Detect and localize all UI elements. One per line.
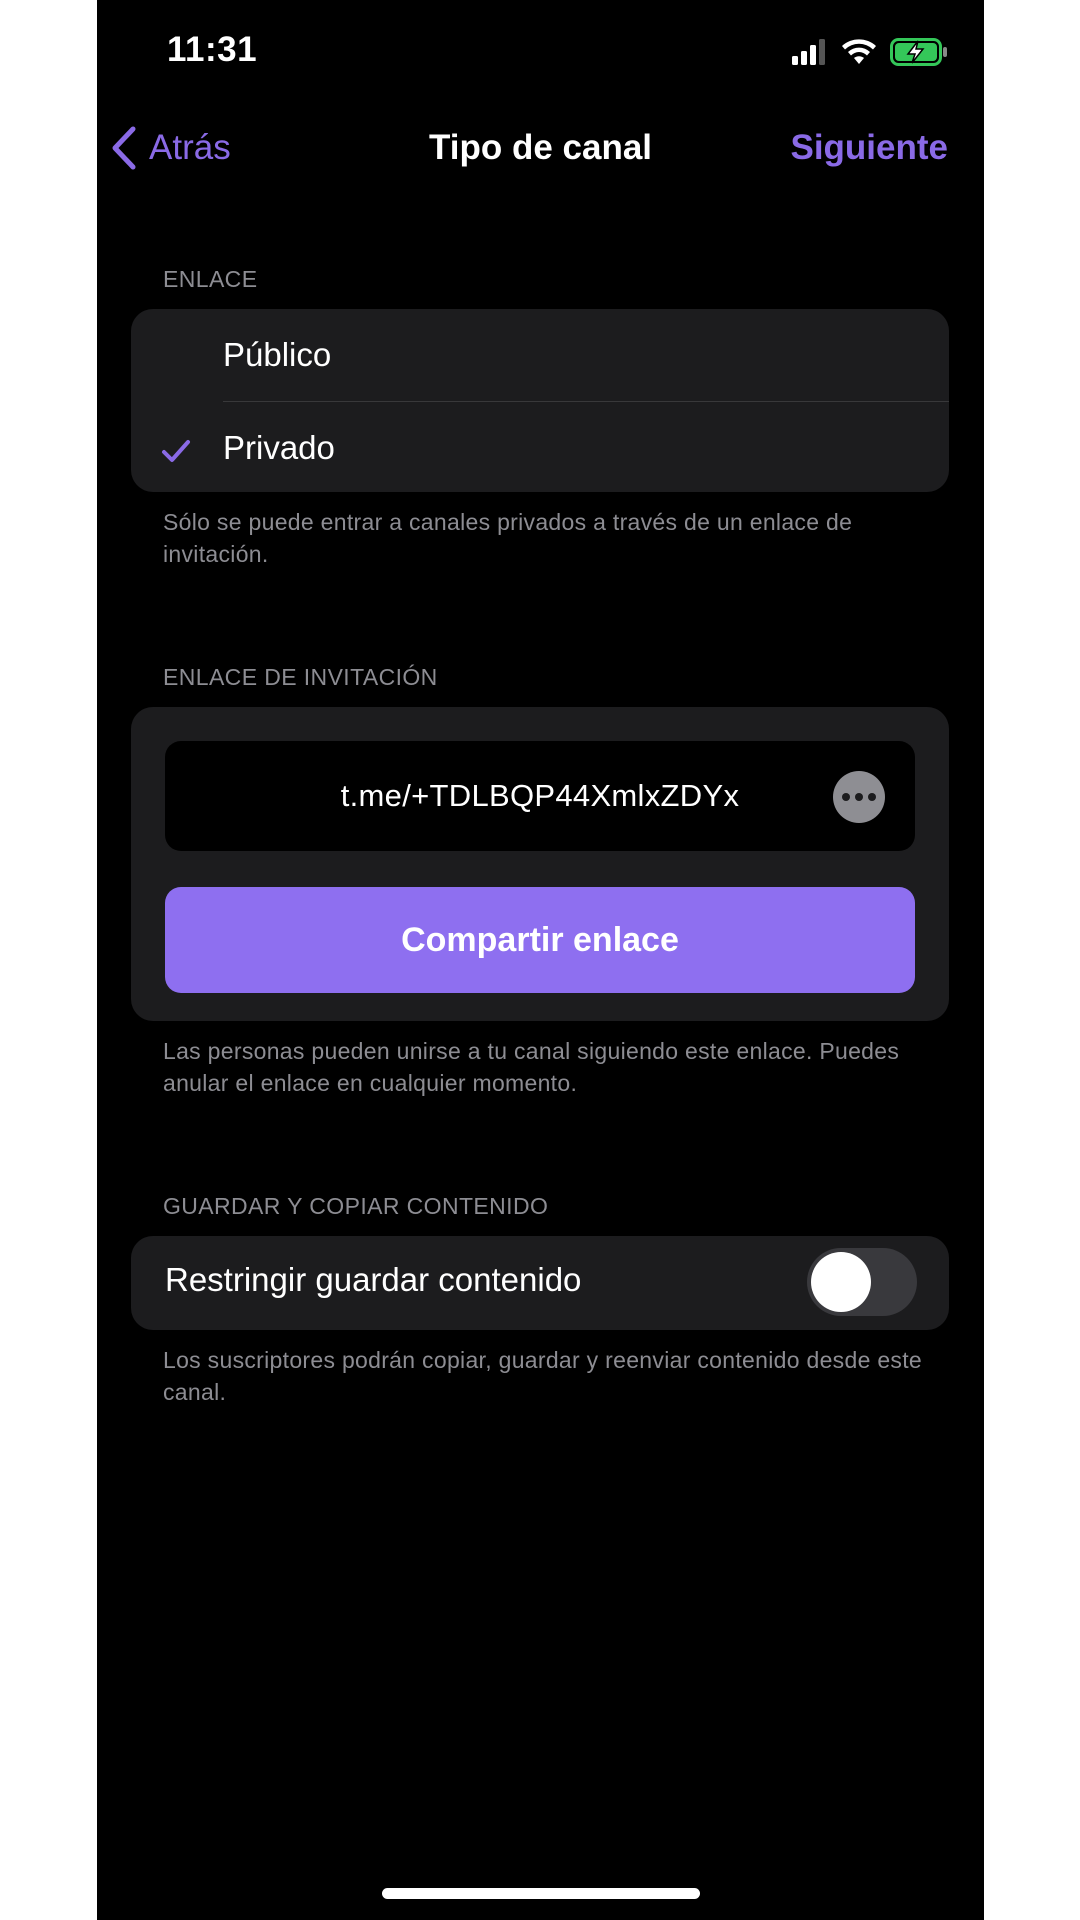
invite-link-text: t.me/+TDLBQP44XmlxZDYx <box>340 778 740 813</box>
ellipsis-dot <box>855 793 863 801</box>
more-options-button[interactable] <box>833 771 885 823</box>
status-time: 11:31 <box>167 30 258 69</box>
option-private-label: Privado <box>223 429 335 466</box>
ellipsis-dot <box>868 793 876 801</box>
battery-charging-icon <box>890 38 948 71</box>
option-public-label: Público <box>223 336 332 373</box>
checkmark-icon <box>161 434 191 472</box>
restrict-saving-label: Restringir guardar contenido <box>165 1261 582 1298</box>
share-link-button[interactable]: Compartir enlace <box>165 887 915 993</box>
section-header-link: ENLACE <box>163 266 258 292</box>
wifi-icon <box>842 39 876 70</box>
section-header-content: GUARDAR Y COPIAR CONTENIDO <box>163 1193 549 1219</box>
phone-screen: 11:31 Atrás Tipo de canal Siguiente ENLA… <box>97 0 984 1920</box>
invite-link-group: t.me/+TDLBQP44XmlxZDYx Compartir enlace <box>131 707 949 1021</box>
home-indicator[interactable] <box>382 1888 700 1899</box>
section-header-invite: ENLACE DE INVITACIÓN <box>163 664 438 690</box>
status-icons <box>792 38 948 71</box>
content-group: Restringir guardar contenido <box>131 1236 949 1330</box>
ellipsis-icon <box>842 793 850 801</box>
next-button[interactable]: Siguiente <box>790 128 948 168</box>
invite-link-field[interactable]: t.me/+TDLBQP44XmlxZDYx <box>165 741 915 851</box>
toggle-knob <box>811 1252 871 1312</box>
section-footer-link: Sólo se puede entrar a canales privados … <box>163 509 853 567</box>
cellular-signal-icon <box>792 39 828 70</box>
section-footer-invite: Las personas pueden unirse a tu canal si… <box>163 1038 900 1096</box>
section-footer-content: Los suscriptores podrán copiar, guardar … <box>163 1347 923 1405</box>
option-public[interactable]: Público <box>131 309 949 401</box>
link-type-group: Público Privado <box>131 309 949 492</box>
restrict-saving-toggle[interactable] <box>807 1248 917 1316</box>
option-private[interactable]: Privado <box>131 402 949 492</box>
